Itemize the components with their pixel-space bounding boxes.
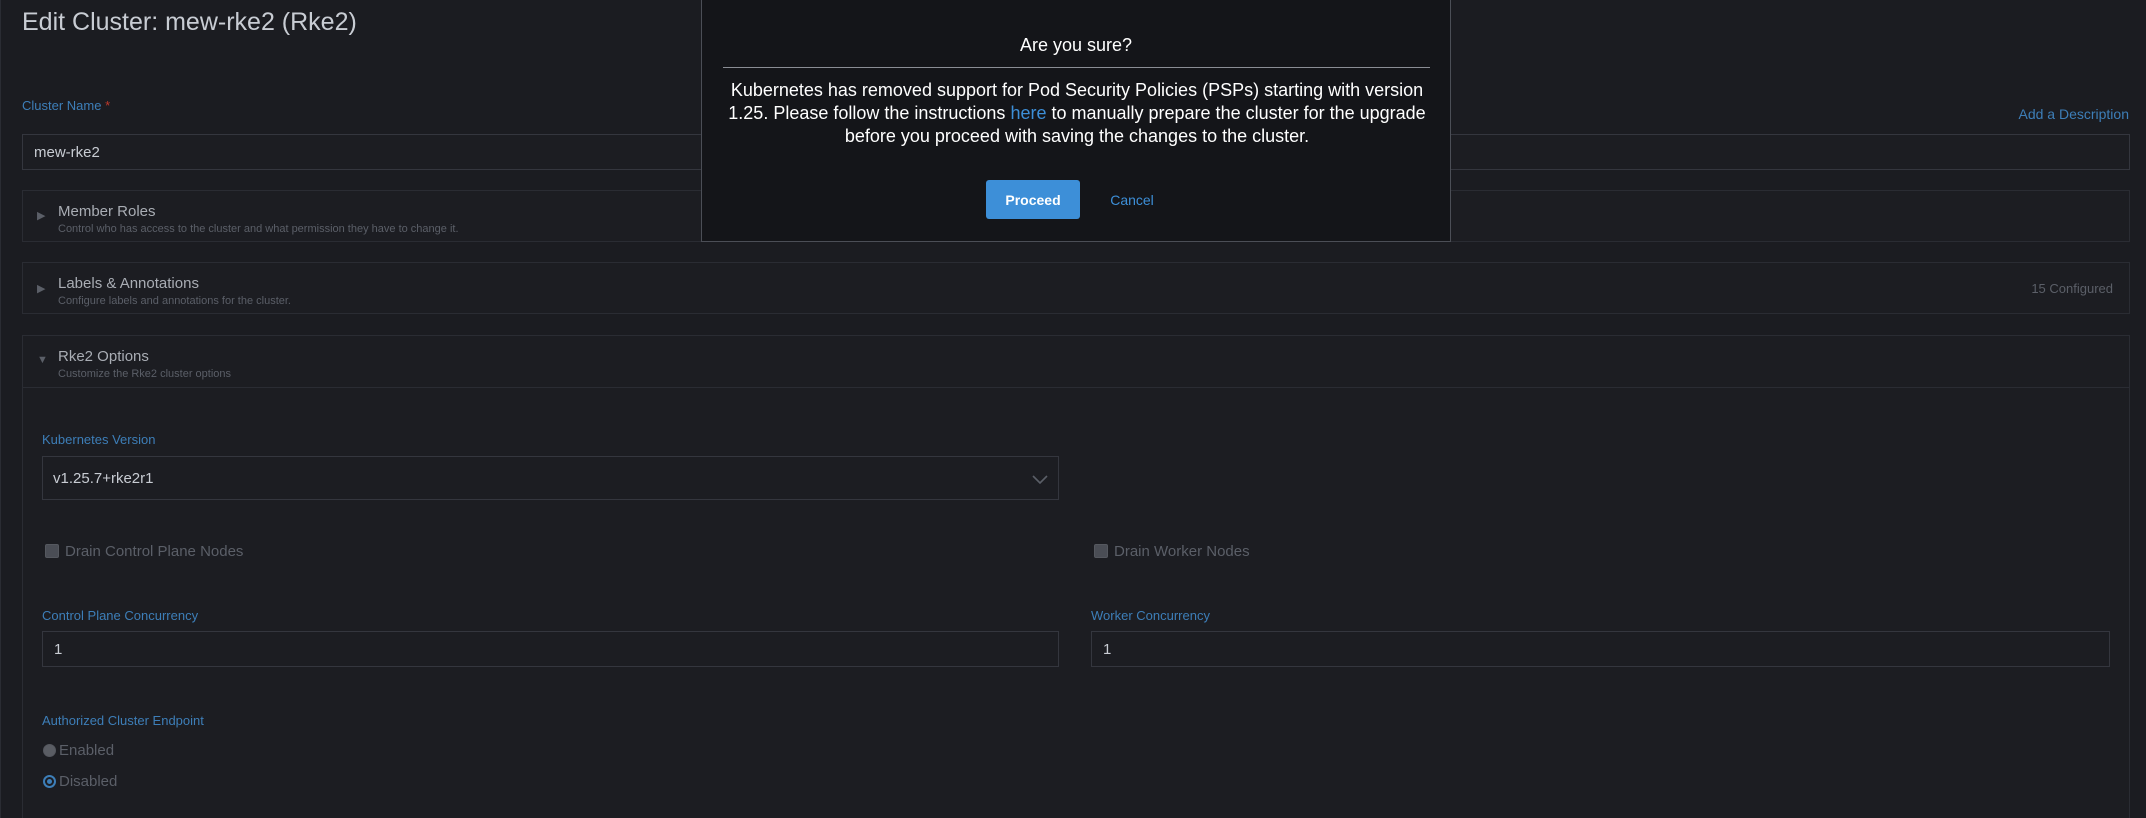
- k8s-version-label: Kubernetes Version: [42, 432, 156, 447]
- drain-control-plane-checkbox[interactable]: [45, 544, 59, 558]
- labels-title: Labels & Annotations: [58, 275, 199, 292]
- worker-concurrency-input[interactable]: 1: [1091, 631, 2110, 667]
- ace-disabled-label: Disabled: [59, 773, 118, 790]
- member-roles-title: Member Roles: [58, 203, 156, 220]
- k8s-version-value: v1.25.7+rke2r1: [53, 470, 154, 487]
- drain-worker-label: Drain Worker Nodes: [1114, 543, 1250, 560]
- ace-enabled-radio[interactable]: [43, 744, 56, 757]
- ace-disabled-radio[interactable]: [43, 775, 56, 788]
- cp-concurrency-label: Control Plane Concurrency: [42, 608, 199, 623]
- cp-concurrency-input[interactable]: 1: [42, 631, 1059, 667]
- cancel-button[interactable]: Cancel: [1102, 180, 1162, 219]
- modal-message: Kubernetes has removed support for Pod S…: [728, 80, 1426, 146]
- k8s-version-select[interactable]: v1.25.7+rke2r1: [42, 456, 1059, 500]
- proceed-button[interactable]: Proceed: [986, 180, 1080, 219]
- instructions-link[interactable]: here: [1010, 103, 1046, 123]
- rke2-options-section: ▼ Rke2 Options Customize the Rke2 cluste…: [22, 335, 2130, 818]
- cluster-name-label: Cluster Name *: [22, 98, 111, 113]
- labels-configured-count: 15 Configured: [2031, 281, 2113, 296]
- modal-title: Are you sure?: [1019, 35, 1133, 55]
- worker-concurrency-label: Worker Concurrency: [1091, 608, 1210, 623]
- section-divider: [23, 387, 2129, 388]
- chevron-down-icon: [1032, 475, 1048, 485]
- confirm-modal: Are you sure? Kubernetes has removed sup…: [701, 0, 1451, 242]
- modal-divider: [723, 67, 1430, 68]
- page-title: Edit Cluster: mew-rke2 (Rke2): [22, 8, 357, 36]
- labels-subtitle: Configure labels and annotations for the…: [58, 295, 291, 307]
- labels-annotations-section[interactable]: ▶ Labels & Annotations Configure labels …: [22, 262, 2130, 314]
- caret-right-icon: ▶: [37, 283, 46, 295]
- ace-enabled-label: Enabled: [59, 742, 115, 759]
- caret-down-icon[interactable]: ▼: [37, 354, 48, 366]
- member-roles-subtitle: Control who has access to the cluster an…: [58, 223, 459, 235]
- ace-label: Authorized Cluster Endpoint: [42, 713, 204, 728]
- drain-worker-checkbox[interactable]: [1094, 544, 1108, 558]
- drain-control-plane-label: Drain Control Plane Nodes: [65, 543, 244, 560]
- caret-right-icon: ▶: [37, 210, 46, 222]
- rke2-options-subtitle: Customize the Rke2 cluster options: [58, 368, 232, 380]
- rke2-options-title[interactable]: Rke2 Options: [58, 348, 149, 365]
- add-description-link[interactable]: Add a Description: [2018, 106, 2129, 122]
- required-mark: *: [105, 98, 111, 113]
